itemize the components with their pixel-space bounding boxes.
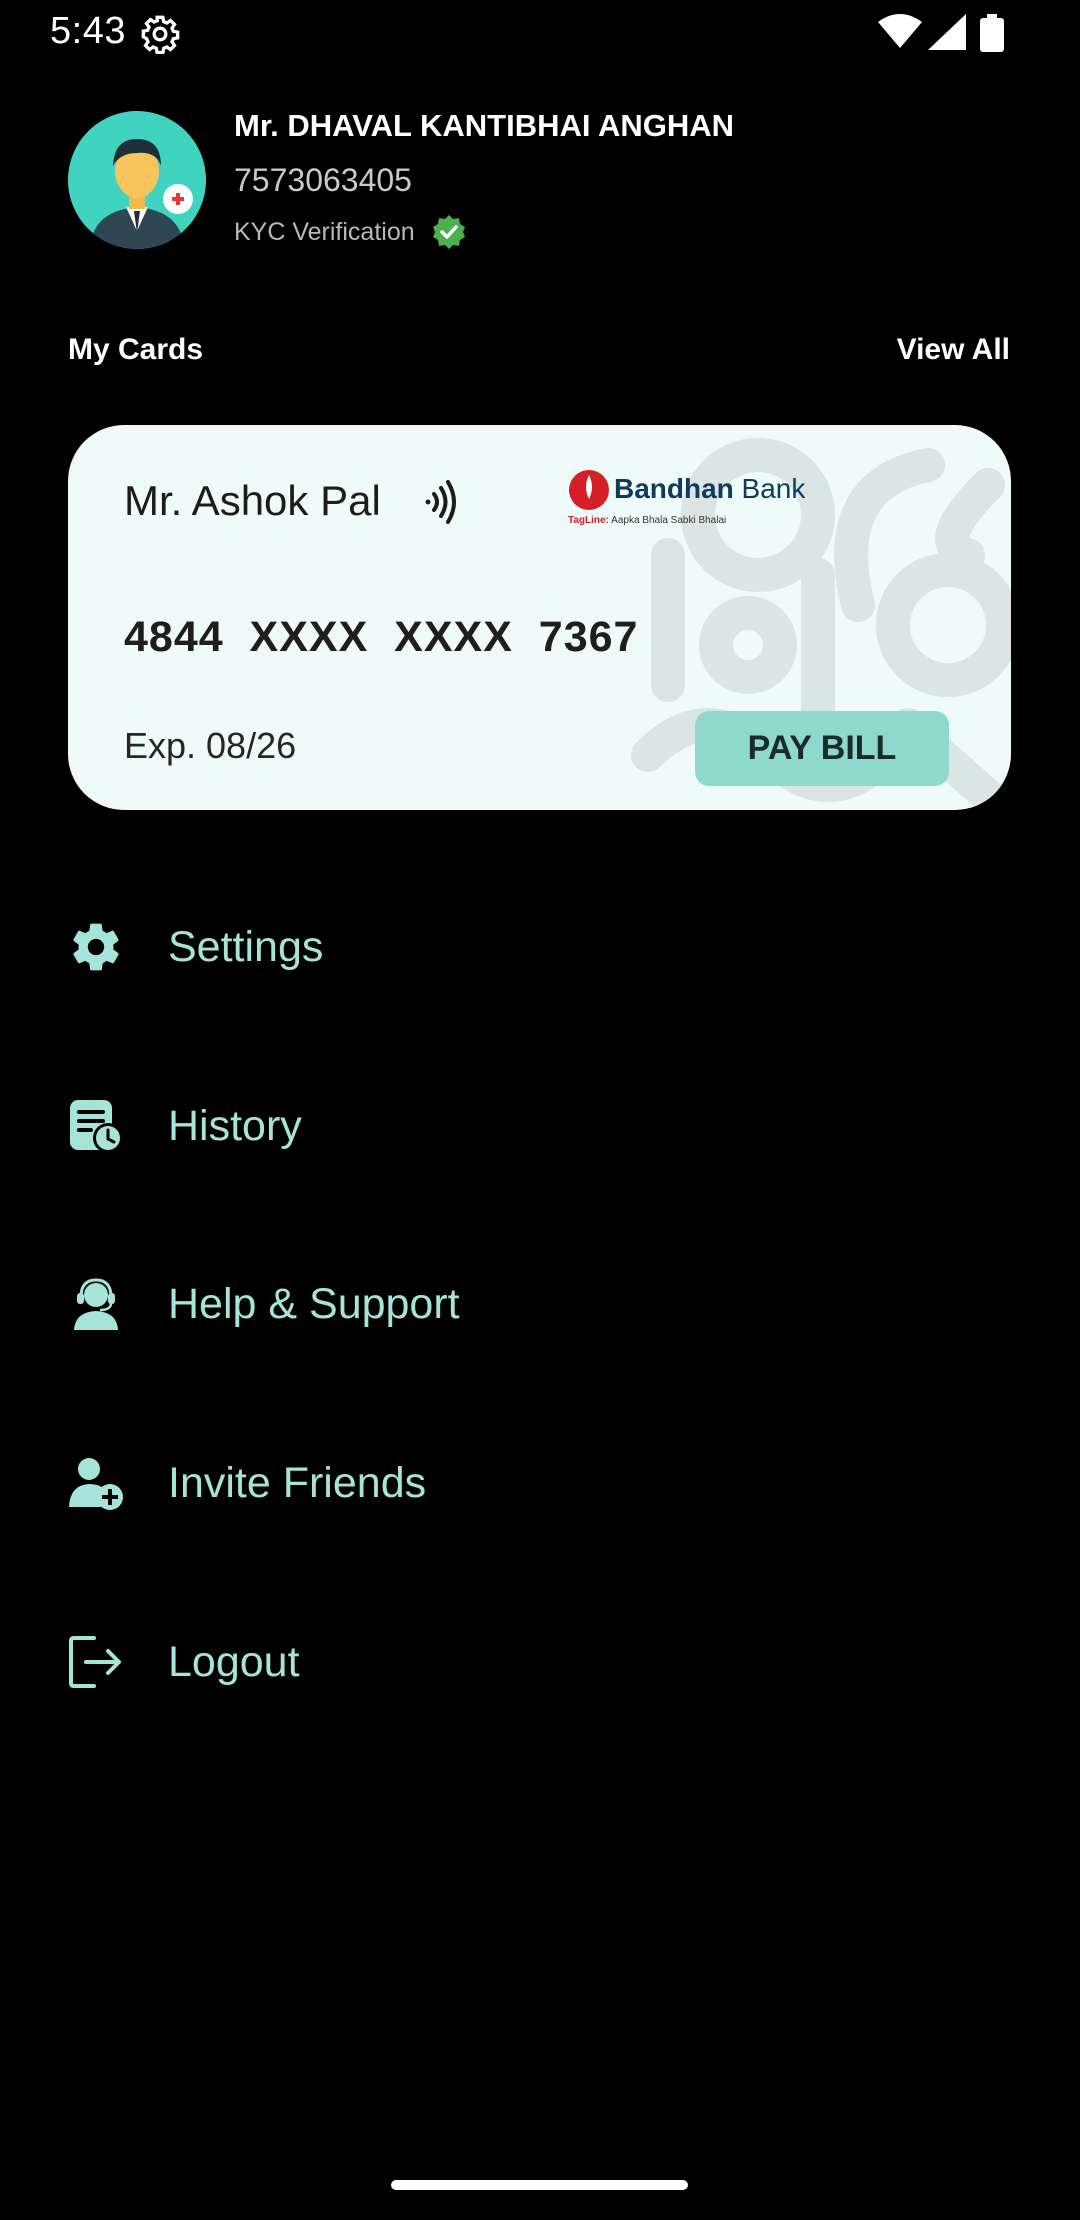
bank-name: Bandhan Bank <box>614 473 806 504</box>
user-avatar-icon <box>68 111 206 249</box>
wifi-icon <box>878 14 922 48</box>
menu-label-invite-friends: Invite Friends <box>168 1458 427 1507</box>
menu-label-help-support: Help & Support <box>168 1279 460 1328</box>
menu-item-help-support[interactable]: Help & Support <box>68 1259 1011 1349</box>
status-time: 5:43 <box>50 10 126 52</box>
contactless-icon <box>425 480 456 524</box>
status-bar: 5:43 <box>0 0 1080 66</box>
signal-icon <box>928 14 966 50</box>
profile-name: Mr. DHAVAL KANTIBHAI ANGHAN <box>234 108 735 143</box>
credit-card[interactable]: Mr. Ashok Pal Bandhan Bank TagLine: Aapk… <box>68 425 1011 810</box>
bank-logo: Bandhan Bank TagLine: Aapka Bhala Sabki … <box>568 469 805 541</box>
verified-badge-icon <box>432 215 465 249</box>
kyc-label: KYC Verification <box>234 217 415 246</box>
card-holder-name: Mr. Ashok Pal <box>124 477 381 524</box>
my-cards-title: My Cards <box>68 333 204 366</box>
menu-label-logout: Logout <box>168 1637 300 1686</box>
menu-item-settings[interactable]: Settings <box>68 902 1011 992</box>
logout-icon <box>68 1634 124 1690</box>
battery-icon <box>980 14 1004 52</box>
menu-label-settings: Settings <box>168 922 324 971</box>
kyc-status: KYC Verification <box>234 212 467 252</box>
menu-item-history[interactable]: History <box>68 1081 1011 1171</box>
card-expiry: Exp. 08/26 <box>124 725 297 766</box>
support-agent-icon <box>68 1276 124 1332</box>
view-all-link[interactable]: View All <box>897 333 1010 367</box>
bank-tagline: TagLine: Aapka Bhala Sabki Bhalai <box>568 515 727 526</box>
card-number: 4844 XXXX XXXX 7367 <box>124 613 639 661</box>
menu-item-logout[interactable]: Logout <box>68 1617 1011 1707</box>
bandhan-logo-icon <box>569 470 609 510</box>
menu-item-invite-friends[interactable]: Invite Friends <box>68 1438 1011 1528</box>
avatar[interactable] <box>68 111 206 249</box>
profile-phone: 7573063405 <box>234 162 412 198</box>
gear-icon <box>68 919 124 975</box>
settings-gear-icon <box>141 15 180 54</box>
history-icon <box>68 1098 124 1154</box>
add-user-icon <box>68 1455 124 1511</box>
menu-label-history: History <box>168 1101 302 1150</box>
home-indicator[interactable] <box>391 2180 688 2190</box>
pay-bill-button[interactable]: PAY BILL <box>695 711 949 786</box>
